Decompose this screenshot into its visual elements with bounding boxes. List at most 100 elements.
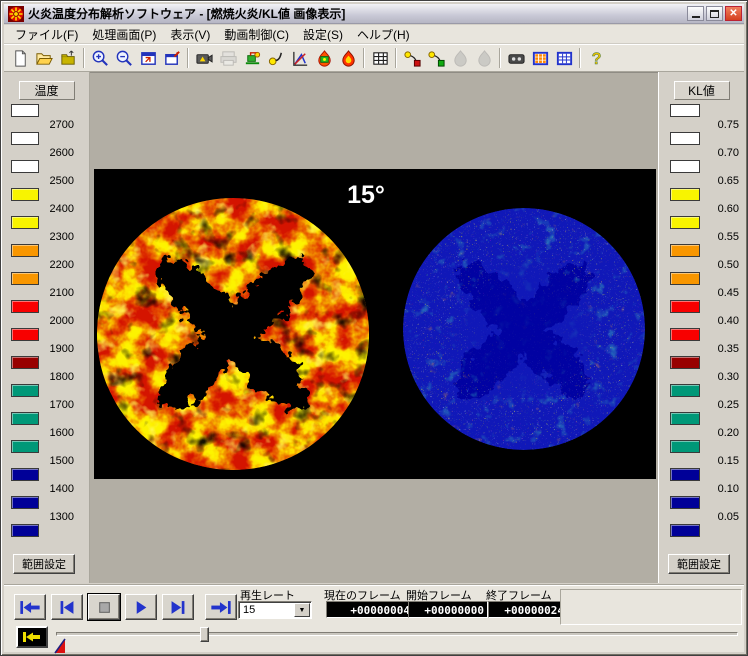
- goto-end-icon: [209, 600, 233, 615]
- close-button[interactable]: ✕: [725, 6, 742, 21]
- temperature-swatch-3: [11, 188, 39, 201]
- temperature-swatch-11: [11, 412, 39, 425]
- point-to-red-button[interactable]: [400, 46, 424, 70]
- toolbar-separator: [499, 48, 501, 68]
- kl-swatch-13: [670, 468, 700, 481]
- next-frame-button[interactable]: [162, 594, 194, 620]
- zoom-out-button[interactable]: [112, 46, 136, 70]
- arrow-to-start-icon: [22, 631, 42, 643]
- title-bar[interactable]: 火炎温度分布解析ソフトウェア - [燃焼火炎/KL値 画像表示] ✕: [4, 4, 744, 24]
- grid-blue-button[interactable]: [552, 46, 576, 70]
- kl-scale-label: 0.60: [703, 203, 739, 215]
- temperature-swatch-5: [11, 244, 39, 257]
- jump-back-button[interactable]: [16, 626, 48, 648]
- camera-button[interactable]: [192, 46, 216, 70]
- app-window: 火炎温度分布解析ソフトウェア - [燃焼火炎/KL値 画像表示] ✕ ファイル(…: [0, 0, 748, 656]
- window-adjust-button[interactable]: [160, 46, 184, 70]
- grid-orange-button[interactable]: [528, 46, 552, 70]
- stop-button[interactable]: [88, 594, 120, 620]
- rate-dropdown-button[interactable]: ▼: [294, 603, 310, 617]
- chevron-down-icon: ▼: [299, 607, 306, 614]
- kl-swatch-11: [670, 412, 700, 425]
- timeline-slider[interactable]: [56, 632, 738, 636]
- kl-scale-label: 0.35: [703, 343, 739, 355]
- flame-gray-b-button: [472, 46, 496, 70]
- grid-table-button[interactable]: [368, 46, 392, 70]
- kl-scale-label: 0.50: [703, 259, 739, 271]
- help-button[interactable]: ?: [584, 46, 608, 70]
- menu-item-1[interactable]: 処理画面(P): [85, 24, 163, 45]
- prev-frame-icon: [55, 600, 79, 615]
- temperature-scale-label: 2200: [40, 259, 74, 271]
- goto-end-button[interactable]: [205, 594, 237, 620]
- measure-tool-icon: [243, 49, 262, 68]
- toolbar-separator: [579, 48, 581, 68]
- temperature-scale-label: 2500: [40, 175, 74, 187]
- window-expand-button[interactable]: [136, 46, 160, 70]
- temperature-scale-label: 2700: [40, 119, 74, 131]
- rate-dropdown[interactable]: 15 ▼: [238, 601, 312, 619]
- kl-range-button[interactable]: 範囲設定: [668, 554, 730, 574]
- maximize-icon: [710, 10, 719, 18]
- kl-swatch-1: [670, 132, 700, 145]
- kl-scale-label: 0.30: [703, 371, 739, 383]
- menu-item-0[interactable]: ファイル(F): [8, 24, 85, 45]
- temperature-scale-label: 1500: [40, 455, 74, 467]
- end-frame-value: +00000024: [488, 601, 568, 618]
- printer-icon: [219, 49, 238, 68]
- menu-item-4[interactable]: 設定(S): [296, 24, 350, 45]
- new-file-icon: [11, 49, 30, 68]
- control-panel-button[interactable]: [504, 46, 528, 70]
- kl-swatch-12: [670, 440, 700, 453]
- grid-orange-icon: [531, 49, 550, 68]
- maximize-button[interactable]: [706, 6, 723, 21]
- open-folder-icon: [35, 49, 54, 68]
- kl-scale-label: 0.65: [703, 175, 739, 187]
- flame-display-icon: [339, 49, 358, 68]
- temperature-scale: 2700260025002400230022002100200019001800…: [4, 104, 89, 556]
- new-file-button[interactable]: [8, 46, 32, 70]
- next-frame-icon: [166, 600, 190, 615]
- point-to-green-icon: [427, 49, 446, 68]
- kl-scale-label: 0.45: [703, 287, 739, 299]
- minimize-button[interactable]: [687, 6, 704, 21]
- import-folder-button[interactable]: [56, 46, 80, 70]
- temperature-scale-label: 1700: [40, 399, 74, 411]
- angle-label: 15°: [347, 181, 385, 209]
- kl-scale-label: 0.20: [703, 427, 739, 439]
- temperature-range-button[interactable]: 範囲設定: [13, 554, 75, 574]
- temperature-scale-label: 1800: [40, 371, 74, 383]
- kl-swatch-6: [670, 272, 700, 285]
- menu-item-2[interactable]: 表示(V): [163, 24, 217, 45]
- kl-swatch-5: [670, 244, 700, 257]
- curve-tool-button[interactable]: [264, 46, 288, 70]
- goto-start-button[interactable]: [14, 594, 46, 620]
- zoom-in-button[interactable]: [88, 46, 112, 70]
- open-folder-button[interactable]: [32, 46, 56, 70]
- point-to-green-button[interactable]: [424, 46, 448, 70]
- kl-scale-label: 0.05: [703, 511, 739, 523]
- flame-display-button[interactable]: [336, 46, 360, 70]
- graph-button[interactable]: [288, 46, 312, 70]
- kl-swatch-14: [670, 496, 700, 509]
- zoom-out-icon: [115, 49, 134, 68]
- timeline-thumb[interactable]: [200, 627, 209, 642]
- measure-tool-button[interactable]: [240, 46, 264, 70]
- temperature-swatch-13: [11, 468, 39, 481]
- flame-process-icon: [315, 49, 334, 68]
- play-button[interactable]: [125, 594, 157, 620]
- temperature-scale-title: 温度: [19, 81, 75, 100]
- flame-gray-a-button: [448, 46, 472, 70]
- kl-scale-label: 0.10: [703, 483, 739, 495]
- kl-scale-label: 0.40: [703, 315, 739, 327]
- graph-icon: [291, 49, 310, 68]
- prev-frame-button[interactable]: [51, 594, 83, 620]
- temperature-scale-label: 1400: [40, 483, 74, 495]
- window-adjust-icon: [163, 49, 182, 68]
- menu-item-5[interactable]: ヘルプ(H): [350, 24, 417, 45]
- stop-icon: [92, 600, 116, 615]
- play-icon: [129, 600, 153, 615]
- flame-process-button[interactable]: [312, 46, 336, 70]
- menu-item-3[interactable]: 動画制御(C): [217, 24, 296, 45]
- svg-text:?: ?: [591, 50, 601, 68]
